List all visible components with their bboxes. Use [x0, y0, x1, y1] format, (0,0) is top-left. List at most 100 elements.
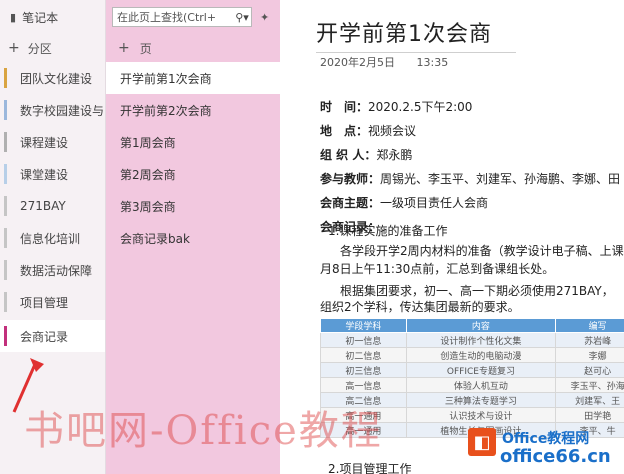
table-row: 初二信息 创造生动的电脑动漫 李娜 [320, 347, 624, 363]
note-line: 组织2个学科，传达集团最新的要求。 [320, 300, 520, 314]
table-cell: OFFICE专题复习 [405, 362, 557, 378]
add-section-button[interactable]: + 分区 [0, 34, 105, 62]
section-color-tab [4, 196, 7, 216]
add-section-label: 分区 [27, 41, 52, 56]
meeting-info-row: 会商主题：一级项目责任人会商 [320, 194, 624, 211]
add-page-label: 页 [139, 41, 152, 56]
section-item[interactable]: 信息化培训 [0, 222, 105, 254]
meeting-info-row: 参与教师：周锡光、李玉平、刘建军、孙海鹏、李娜、田 [320, 170, 624, 187]
section-color-tab [4, 326, 7, 346]
note-line: 1.课程实施的准备工作 [328, 224, 448, 238]
meeting-info-value: 一级项目责任人会商 [380, 196, 489, 210]
section-color-tab [4, 260, 7, 280]
watermark-site-name: Office教程网 [502, 431, 590, 447]
page-item[interactable]: 第2周会商 [106, 158, 280, 190]
section-item[interactable]: 会商记录 [0, 320, 105, 352]
meeting-info-row: 地 点：视频会议 [320, 122, 624, 139]
section-color-tab [4, 228, 7, 248]
search-input[interactable]: 在此页上查找(Ctrl+ ⚲▾ [112, 7, 252, 27]
plus-icon: + [118, 40, 130, 56]
section-item[interactable]: 团队文化建设 [0, 62, 105, 94]
table-cell: 三种算法专题学习 [405, 392, 557, 408]
table-cell: 高一信息 [320, 377, 407, 393]
page-item[interactable]: 会商记录bak [106, 222, 280, 254]
office-logo-icon: ◧ [468, 428, 496, 456]
page-item[interactable]: 开学前第2次会商 [106, 94, 280, 126]
section-item-label: 271BAY [20, 199, 66, 213]
note-line: 各学段开学2周内材料的准备（教学设计电子稿、上课 [340, 244, 624, 258]
meeting-info-value: 周锡光、李玉平、刘建军、孙海鹏、李娜、田 [380, 172, 621, 186]
section-color-tab [4, 132, 7, 152]
page-item[interactable]: 第1周会商 [106, 126, 280, 158]
meeting-info-label: 会商主题： [320, 196, 381, 210]
section-item-label: 信息化培训 [20, 231, 81, 246]
table-cell: 认识技术与设计 [405, 407, 557, 423]
pin-icon[interactable]: ✦ [260, 11, 269, 24]
section-item[interactable]: 数据活动保障 [0, 254, 105, 286]
meeting-info-label: 参与教师： [320, 172, 381, 186]
section-list: 团队文化建设数字校园建设与课程建设课堂建设 271BAY 信息化培训数据活动保障 项目… [0, 62, 105, 352]
table-cell: 刘建军、王 [555, 392, 624, 408]
table-cell: 创造生动的电脑动漫 [405, 347, 557, 363]
page-item[interactable]: 第3周会商 [106, 190, 280, 222]
section-item[interactable]: 项目管理 [0, 286, 105, 318]
page-datetime: 2020年2月5日 13:35 [320, 54, 466, 70]
section-item[interactable]: 课堂建设 [0, 158, 105, 190]
section-item[interactable]: 271BAY [0, 190, 105, 222]
section-item-label: 课程建设 [20, 135, 69, 150]
plus-icon: + [8, 40, 20, 56]
watermark-text: 书吧网-Office教程 [24, 408, 383, 454]
page-time: 13:35 [416, 56, 449, 69]
table-cell: 田学艳 [555, 407, 624, 423]
notebook-label: 笔记本 [22, 10, 59, 25]
watermark-site-url: office66.cn [500, 446, 611, 467]
table-cell: 李娜 [555, 347, 624, 363]
meeting-info-row: 组 织 人：郑永鹏 [320, 146, 624, 163]
table-cell: 设计制作个性化文集 [405, 332, 557, 348]
section-color-tab [4, 100, 7, 120]
section-color-tab [4, 164, 7, 184]
table-cell: 初二信息 [320, 347, 407, 363]
add-page-button[interactable]: + 页 [106, 34, 280, 62]
section-item[interactable]: 课程建设 [0, 126, 105, 158]
meeting-info-value: 2020.2.5下午2:00 [368, 100, 473, 114]
table-header-cell: 学段学科 [320, 318, 407, 333]
page-list: 开学前第1次会商 开学前第2次会商 第1周会商 第2周会商 第3周会商 会商记录bak [106, 62, 280, 254]
table-header-cell: 内容 [405, 318, 557, 333]
notebook-header[interactable]: ▮ 笔记本 [0, 0, 105, 34]
table-row: 初三信息 OFFICE专题复习 赵可心 [320, 362, 624, 378]
meeting-info-value: 视频会议 [368, 124, 417, 138]
table-cell: 体验人机互动 [405, 377, 557, 393]
page-item[interactable]: 开学前第1次会商 [106, 62, 280, 94]
table-row: 初一信息 设计制作个性化文集 苏岩峰 [320, 332, 624, 348]
section-color-tab [4, 292, 7, 312]
search-row: 在此页上查找(Ctrl+ ⚲▾ ✦ [106, 0, 280, 34]
table-header-cell: 编写 [555, 318, 624, 333]
note-line: 2.项目管理工作 [328, 462, 412, 474]
note-line: 根据集团要求，初一、高一下期必须使用271BAY， [340, 284, 614, 298]
meeting-info-label: 地 点： [320, 124, 369, 138]
table-cell: 苏岩峰 [555, 332, 624, 348]
section-item-label: 数据活动保障 [20, 263, 93, 278]
table-cell: 初三信息 [320, 362, 407, 378]
section-item-label: 会商记录 [20, 329, 69, 344]
table-cell: 赵可心 [555, 362, 624, 378]
search-icon[interactable]: ⚲▾ [233, 11, 251, 24]
meeting-info-value: 郑永鹏 [376, 148, 413, 162]
table-cell: 李玉平、孙海 [555, 377, 624, 393]
section-item[interactable]: 数字校园建设与 [0, 94, 105, 126]
page-date: 2020年2月5日 [320, 56, 395, 69]
section-color-tab [4, 68, 7, 88]
notebook-icon: ▮ [10, 10, 17, 24]
section-item-label: 项目管理 [20, 295, 69, 310]
page-title[interactable]: 开学前第1次会商 [316, 16, 516, 53]
table-cell: 初一信息 [320, 332, 407, 348]
table-row: 高一信息 体验人机互动 李玉平、孙海 [320, 377, 624, 393]
section-item-label: 团队文化建设 [20, 71, 93, 86]
meeting-info-label: 时 间： [320, 100, 369, 114]
note-line: 月8日上午11:30点前，汇总到备课组长处。 [320, 262, 555, 276]
meeting-info-row: 时 间：2020.2.5下午2:00 [320, 98, 624, 115]
meeting-info-label: 组 织 人： [320, 148, 377, 162]
search-placeholder: 在此页上查找(Ctrl+ [117, 11, 217, 24]
section-item-label: 课堂建设 [20, 167, 69, 182]
